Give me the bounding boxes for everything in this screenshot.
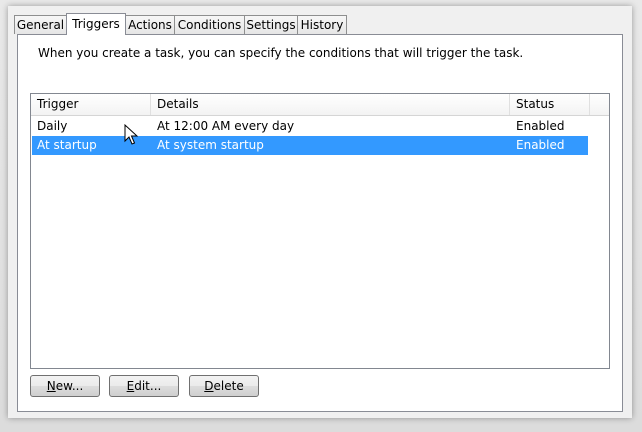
delete-button[interactable]: Delete: [189, 375, 259, 397]
column-header-trigger[interactable]: Trigger: [31, 94, 151, 115]
tab-triggers-label: Triggers: [72, 17, 120, 31]
list-header: Trigger Details Status: [31, 94, 609, 116]
column-header-status[interactable]: Status: [510, 94, 590, 115]
cell-details: At 12:00 AM every day: [157, 119, 295, 133]
cell-status: Enabled: [516, 119, 565, 133]
intro-text: When you create a task, you can specify …: [38, 46, 524, 60]
tab-general[interactable]: General: [14, 15, 67, 34]
table-row-selected[interactable]: At startup At system startup Enabled: [32, 136, 588, 155]
tab-history-label: History: [300, 18, 344, 32]
tab-conditions-label: Conditions: [177, 18, 242, 32]
delete-button-label: elete: [213, 379, 244, 393]
triggers-panel: When you create a task, you can specify …: [17, 34, 623, 412]
column-header-details[interactable]: Details: [151, 94, 510, 115]
tab-actions[interactable]: Actions: [125, 15, 175, 34]
table-row[interactable]: Daily At 12:00 AM every day Enabled: [32, 117, 588, 136]
mouse-pointer-icon: [124, 124, 138, 145]
tab-history[interactable]: History: [297, 15, 347, 34]
tab-general-label: General: [16, 18, 65, 32]
tab-actions-label: Actions: [128, 18, 172, 32]
new-button[interactable]: New...: [30, 375, 100, 397]
cell-trigger: Daily: [37, 119, 68, 133]
cell-status: Enabled: [516, 138, 565, 152]
tab-triggers[interactable]: Triggers: [66, 13, 126, 35]
triggers-list[interactable]: Trigger Details Status Daily At 12:00 AM…: [30, 93, 610, 369]
tab-conditions[interactable]: Conditions: [174, 15, 245, 34]
tab-settings[interactable]: Settings: [244, 15, 298, 34]
new-button-label: ew...: [55, 379, 84, 393]
task-properties-window: General Triggers Actions Conditions Sett…: [8, 6, 632, 418]
new-button-mnemonic: N: [46, 379, 56, 393]
delete-button-mnemonic: D: [204, 379, 214, 393]
cell-trigger: At startup: [37, 138, 97, 152]
cell-details: At system startup: [157, 138, 264, 152]
edit-button-label: dit...: [134, 379, 162, 393]
edit-button[interactable]: Edit...: [109, 375, 179, 397]
tab-settings-label: Settings: [246, 18, 296, 32]
